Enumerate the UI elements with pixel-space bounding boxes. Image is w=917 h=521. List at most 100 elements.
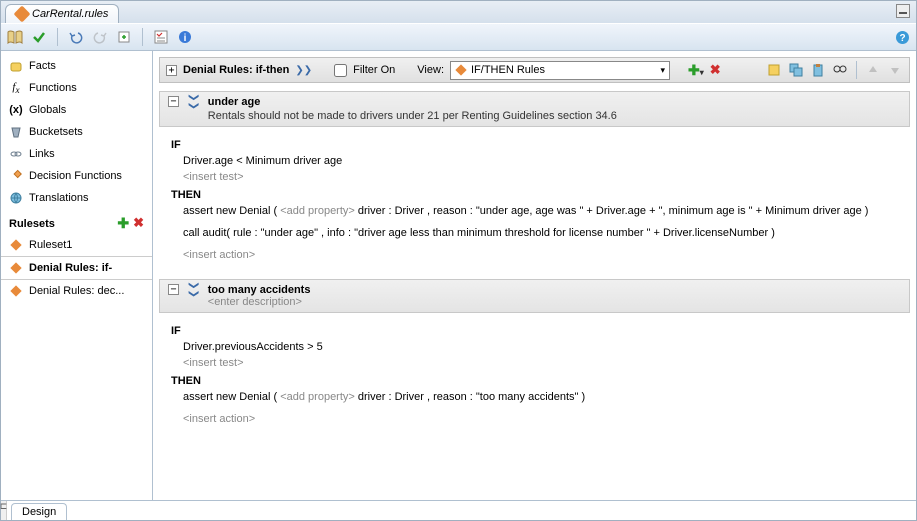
sidebar-item-links[interactable]: Links	[1, 143, 152, 165]
action-expr[interactable]: assert new Denial ( <add property> drive…	[183, 205, 898, 217]
rulesets-header: Rulesets ✚ ✖	[1, 209, 152, 234]
cut-icon[interactable]	[766, 62, 782, 78]
sidebar-item-decision-functions[interactable]: Decision Functions	[1, 165, 152, 187]
sidebar-label: Facts	[29, 60, 56, 72]
sidebar-item-bucketsets[interactable]: Bucketsets	[1, 121, 152, 143]
undo-icon[interactable]	[68, 29, 84, 45]
functions-icon: fx	[9, 81, 23, 95]
sidebar-label: Translations	[29, 192, 89, 204]
main-toolbar: i ?	[1, 23, 916, 51]
help-icon[interactable]: ?	[894, 29, 910, 45]
validate-icon[interactable]	[31, 29, 47, 45]
sidebar-label: Links	[29, 148, 55, 160]
rule-body: IF Driver.previousAccidents > 5 <insert …	[159, 313, 910, 435]
translations-icon	[9, 191, 23, 205]
rule-block: − ❯❯ too many accidents <enter descripti…	[159, 279, 910, 435]
rule-description: Rentals should not be made to drivers un…	[208, 110, 617, 122]
move-down-icon[interactable]	[887, 62, 903, 78]
view-select[interactable]: IF/THEN Rules	[450, 61, 670, 80]
copy-icon[interactable]	[788, 62, 804, 78]
insert-action-placeholder[interactable]: <insert action>	[183, 249, 898, 261]
main-panel: + Denial Rules: if-then ❯❯ Filter On Vie…	[153, 51, 916, 500]
svg-text:?: ?	[899, 33, 905, 44]
file-tab[interactable]: CarRental.rules	[5, 4, 119, 23]
sidebar-item-functions[interactable]: fx Functions	[1, 77, 152, 99]
sidebar-item-translations[interactable]: Translations	[1, 187, 152, 209]
insert-test-placeholder[interactable]: <insert test>	[183, 357, 898, 369]
sidebar: Facts fx Functions (x) Globals Bucketset…	[1, 51, 153, 500]
filter-checkbox[interactable]	[334, 64, 347, 77]
sidebar-label: Decision Functions	[29, 170, 122, 182]
if-keyword: IF	[171, 139, 898, 151]
ruleset-item[interactable]: Denial Rules: dec...	[1, 280, 152, 302]
ruleset-label: Ruleset1	[29, 239, 72, 251]
chevron-down-icon[interactable]: ❯❯	[188, 93, 199, 110]
footer-tabs: ⊏ Design	[1, 500, 916, 520]
ruleset-label: Denial Rules: if-	[29, 262, 112, 274]
ruleset-label: Denial Rules: dec...	[29, 285, 124, 297]
chevron-down-icon[interactable]: ❯❯	[295, 65, 312, 76]
action-expr[interactable]: assert new Denial ( <add property> drive…	[183, 391, 898, 403]
add-ruleset-icon[interactable]: ✚	[117, 215, 129, 232]
rule-header[interactable]: − ❯❯ too many accidents <enter descripti…	[159, 279, 910, 313]
add-property-placeholder[interactable]: <add property>	[280, 391, 355, 403]
collapse-icon[interactable]: −	[168, 284, 179, 295]
minimize-button[interactable]	[896, 4, 910, 18]
action-expr[interactable]: call audit( rule : "under age" , info : …	[183, 227, 898, 239]
condition-expr[interactable]: Driver.age < Minimum driver age	[183, 155, 898, 167]
sidebar-item-facts[interactable]: Facts	[1, 55, 152, 77]
sidebar-item-globals[interactable]: (x) Globals	[1, 99, 152, 121]
rule-body: IF Driver.age < Minimum driver age <inse…	[159, 127, 910, 271]
paste-icon[interactable]	[810, 62, 826, 78]
rules-file-icon	[14, 6, 31, 23]
chevron-down-icon[interactable]: ❯❯	[188, 281, 199, 298]
ruleset-icon	[9, 261, 23, 275]
bucketsets-icon	[9, 125, 23, 139]
sidebar-label: Functions	[29, 82, 77, 94]
rule-description-placeholder[interactable]: <enter description>	[208, 296, 311, 308]
if-keyword: IF	[171, 325, 898, 337]
insert-action-placeholder[interactable]: <insert action>	[183, 413, 898, 425]
rule-toolbar: + Denial Rules: if-then ❯❯ Filter On Vie…	[159, 57, 910, 83]
links-icon	[9, 147, 23, 161]
insert-test-placeholder[interactable]: <insert test>	[183, 171, 898, 183]
design-tab[interactable]: Design	[11, 503, 67, 520]
find-icon[interactable]	[832, 62, 848, 78]
then-keyword: THEN	[171, 189, 898, 201]
file-tab-label: CarRental.rules	[32, 8, 108, 20]
globals-icon: (x)	[9, 103, 23, 117]
redo-icon[interactable]	[92, 29, 108, 45]
sidebar-label: Globals	[29, 104, 66, 116]
view-value: IF/THEN Rules	[471, 64, 545, 76]
delete-ruleset-icon[interactable]: ✖	[133, 215, 144, 232]
move-up-icon[interactable]	[865, 62, 881, 78]
view-label: View:	[417, 64, 444, 76]
collapse-icon[interactable]: −	[168, 96, 179, 107]
condition-expr[interactable]: Driver.previousAccidents > 5	[183, 341, 898, 353]
rule-name: too many accidents	[208, 284, 311, 296]
ruleset-item[interactable]: Ruleset1	[1, 234, 152, 256]
rule-block: − ❯❯ under age Rentals should not be mad…	[159, 91, 910, 271]
facts-icon	[9, 59, 23, 73]
rulesets-label: Rulesets	[9, 218, 55, 230]
then-keyword: THEN	[171, 375, 898, 387]
decision-functions-icon	[9, 169, 23, 183]
ruleset-icon	[9, 284, 23, 298]
refresh-icon[interactable]	[116, 29, 132, 45]
ruleset-icon	[9, 238, 23, 252]
rule-name: under age	[208, 96, 617, 108]
ruleset-title: Denial Rules: if-then	[183, 64, 289, 76]
editor-tab-bar: CarRental.rules	[1, 1, 916, 23]
ruleset-item-selected[interactable]: Denial Rules: if-	[1, 256, 152, 280]
dictionary-icon[interactable]	[7, 29, 23, 45]
check-list-icon[interactable]	[153, 29, 169, 45]
info-icon[interactable]: i	[177, 29, 193, 45]
add-property-placeholder[interactable]: <add property>	[280, 205, 355, 217]
svg-text:i: i	[184, 33, 187, 44]
sidebar-label: Bucketsets	[29, 126, 83, 138]
filter-label: Filter On	[353, 64, 395, 76]
rule-header[interactable]: − ❯❯ under age Rentals should not be mad…	[159, 91, 910, 127]
add-rule-icon[interactable]: ✚▾	[688, 62, 704, 79]
delete-rule-icon[interactable]: ✖	[710, 62, 721, 78]
expand-all-icon[interactable]: +	[166, 65, 177, 76]
